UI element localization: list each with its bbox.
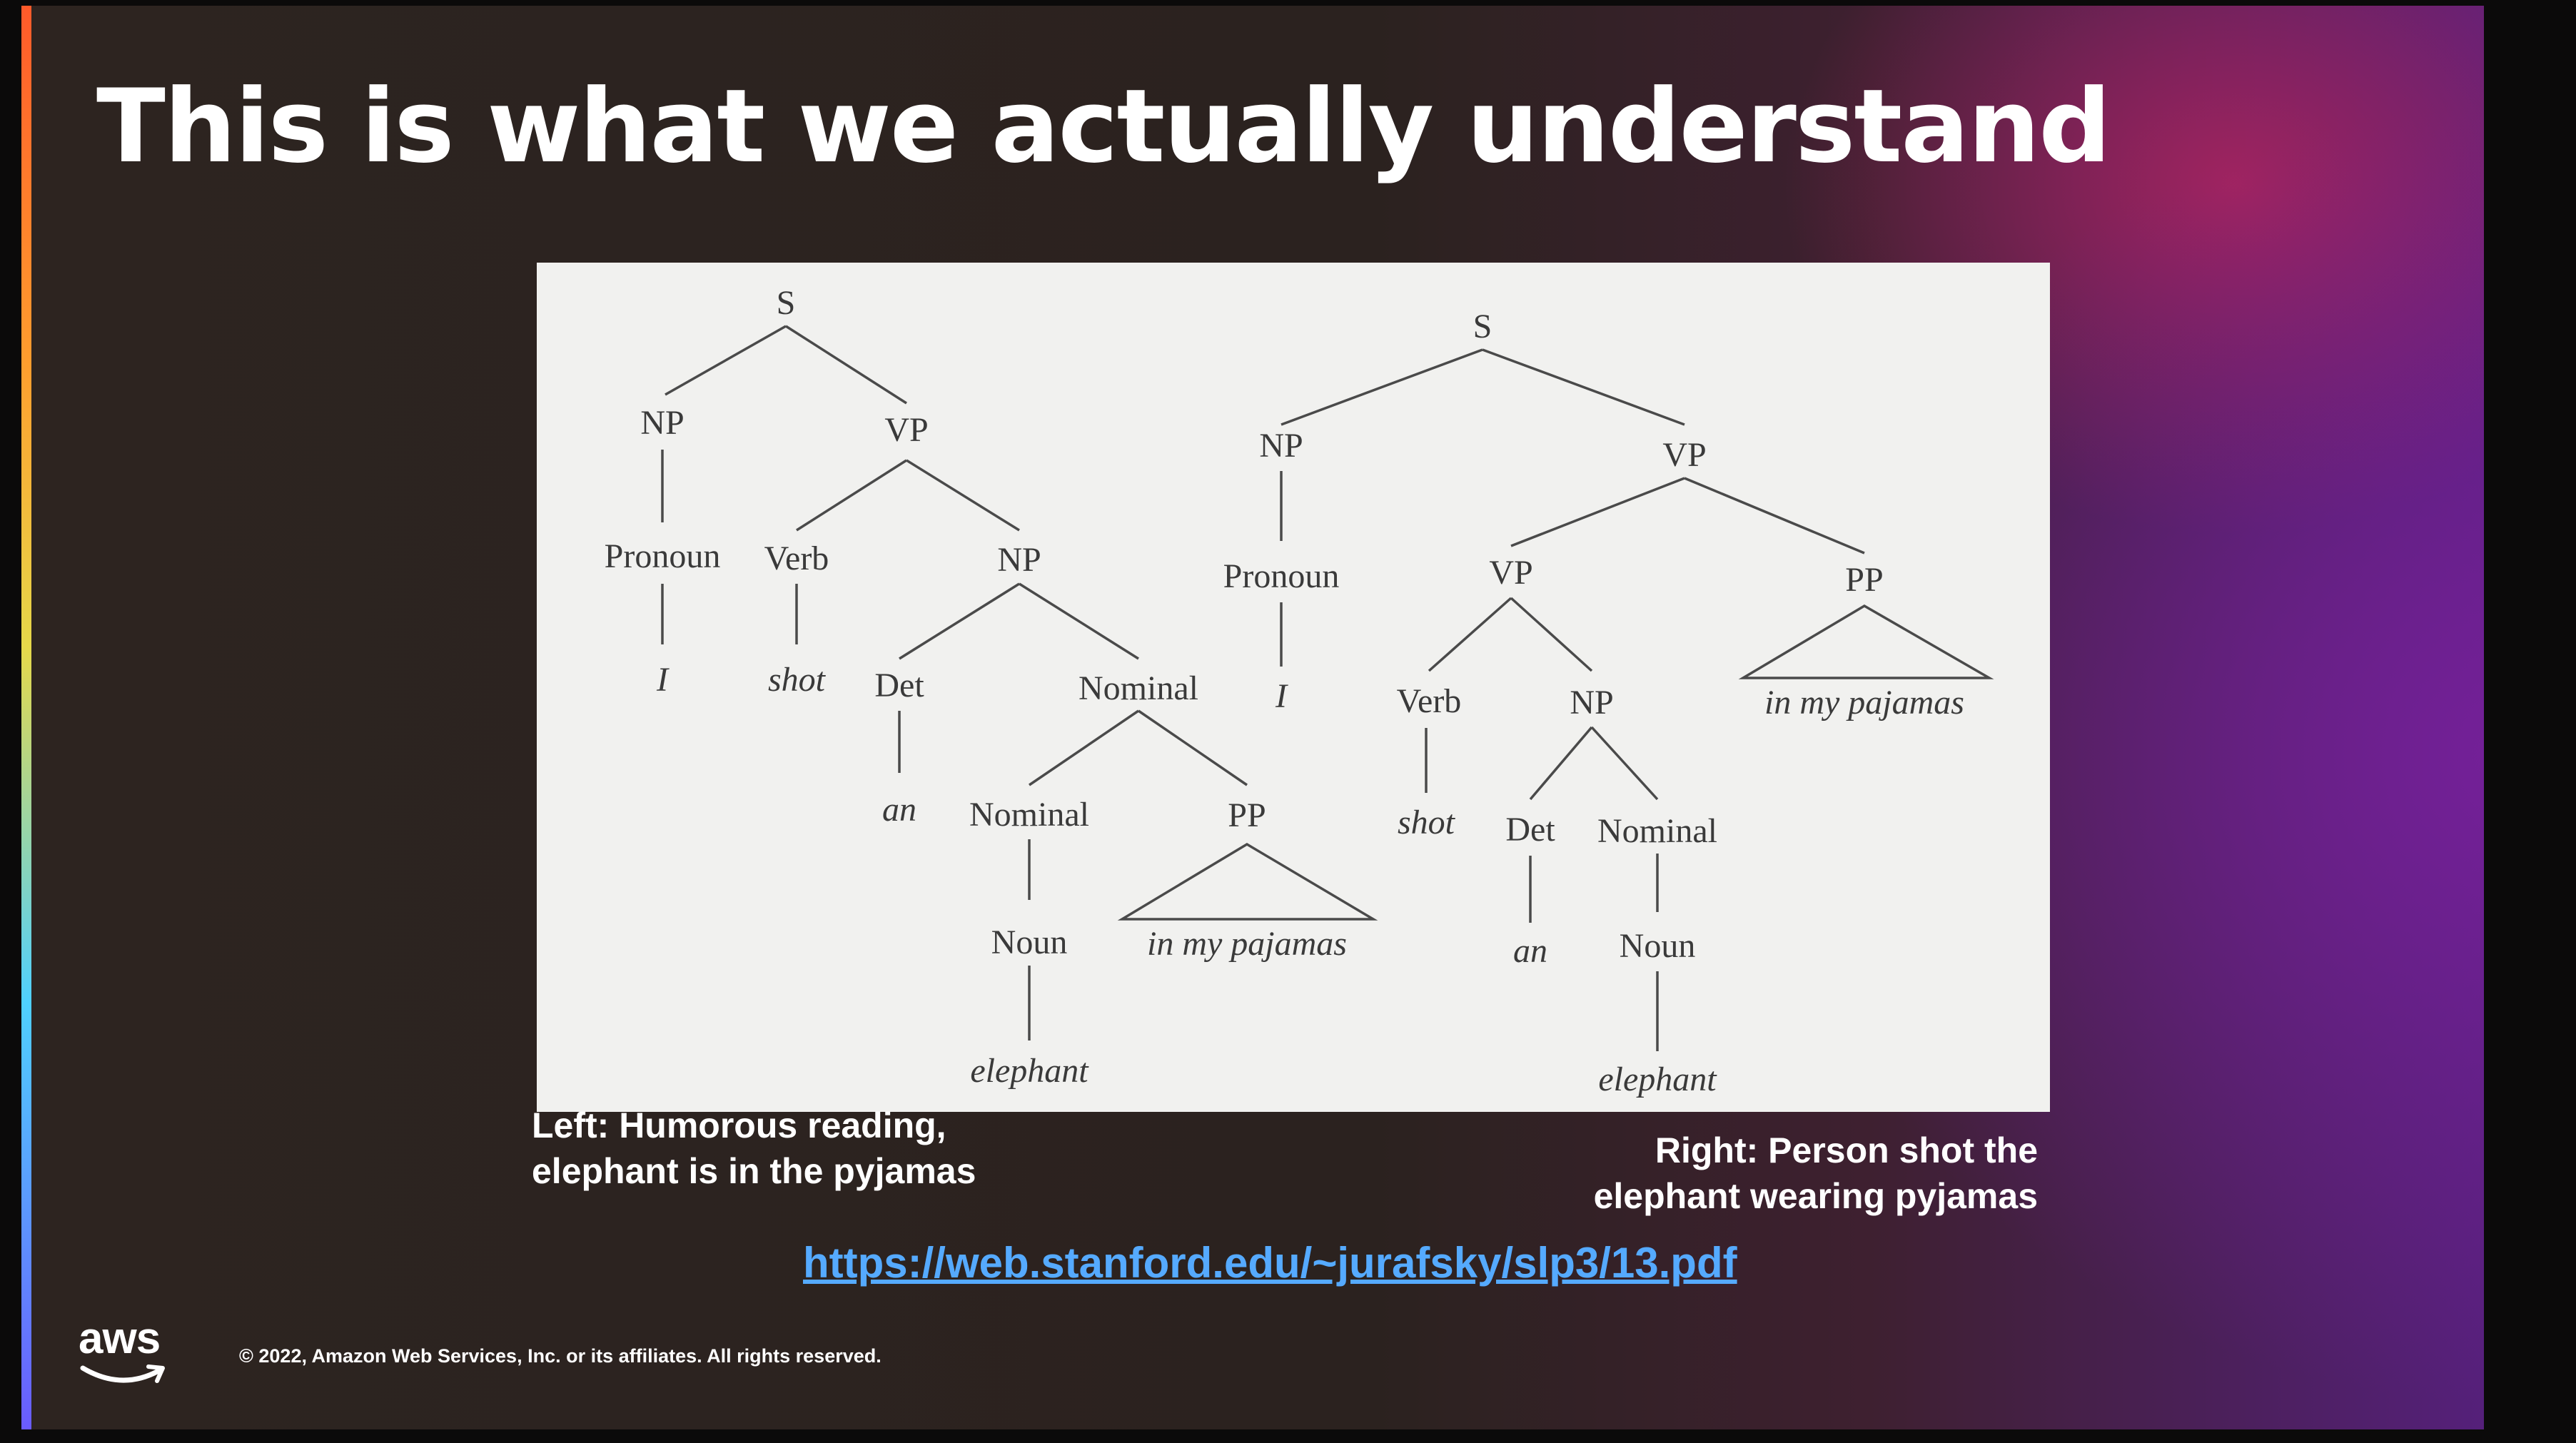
left-node-vp: VP [884, 411, 928, 449]
left-node-verb: Verb [764, 540, 829, 577]
left-node-object-np: NP [997, 541, 1041, 579]
right-leaf-an: an [1513, 932, 1547, 970]
caption-left-line-1: Left: Humorous reading, [532, 1105, 946, 1145]
right-node-verb: Verb [1397, 682, 1462, 720]
caption-left-line-2: elephant is in the pyjamas [532, 1151, 976, 1191]
slide-title: This is what we actually understand [96, 68, 2111, 186]
right-leaf-i: I [1275, 677, 1288, 715]
left-node-pronoun: Pronoun [605, 537, 721, 575]
right-node-vp-inner: VP [1489, 554, 1532, 592]
right-tree-labels: S NP VP Pronoun VP PP Verb NP Det Nomina… [1223, 308, 1964, 1098]
left-node-noun: Noun [991, 923, 1068, 961]
aws-logo: aws [79, 1317, 171, 1384]
right-node-pronoun: Pronoun [1223, 557, 1340, 595]
right-node-vp-top: VP [1662, 436, 1706, 474]
left-node-nominal-upper: Nominal [1079, 669, 1198, 707]
aws-smile-icon [80, 1364, 165, 1383]
rainbow-accent-bar [21, 6, 31, 1429]
left-node-pp: PP [1228, 796, 1266, 834]
reference-link[interactable]: https://web.stanford.edu/~jurafsky/slp3/… [803, 1238, 1737, 1287]
left-leaf-shot: shot [768, 661, 827, 699]
aws-logo-text: aws [79, 1314, 161, 1363]
parse-tree-diagram: S NP VP Pronoun Verb NP Det Nominal Nomi… [605, 284, 1994, 1098]
right-node-pp: PP [1845, 561, 1883, 599]
left-node-np: NP [640, 404, 684, 442]
right-node-object-np: NP [1570, 684, 1613, 722]
left-leaf-an: an [882, 791, 916, 829]
left-leaf-elephant: elephant [970, 1052, 1089, 1090]
right-node-s: S [1473, 308, 1492, 345]
left-node-nominal-lower: Nominal [969, 796, 1089, 834]
right-leaf-elephant: elephant [1598, 1060, 1717, 1098]
caption-left: Left: Humorous reading, elephant is in t… [532, 1103, 976, 1194]
left-node-det: Det [874, 667, 924, 704]
right-leaf-in-my-pajamas: in my pajamas [1764, 684, 1964, 722]
caption-right-line-2: elephant wearing pyjamas [1593, 1176, 2038, 1216]
caption-right: Right: Person shot the elephant wearing … [1570, 1128, 2038, 1219]
left-node-s: S [777, 284, 796, 322]
left-leaf-i: I [656, 661, 670, 699]
right-node-nominal: Nominal [1597, 812, 1717, 850]
right-node-noun: Noun [1620, 927, 1696, 965]
right-leaf-shot: shot [1398, 804, 1456, 841]
right-node-np: NP [1259, 427, 1303, 465]
parse-tree-figure: S NP VP Pronoun Verb NP Det Nominal Nomi… [537, 263, 2050, 1112]
left-leaf-in-my-pajamas: in my pajamas [1147, 925, 1347, 963]
copyright-notice: © 2022, Amazon Web Services, Inc. or its… [239, 1345, 882, 1367]
right-node-det: Det [1505, 811, 1555, 849]
left-tree-labels: S NP VP Pronoun Verb NP Det Nominal Nomi… [605, 284, 1347, 1090]
caption-right-line-1: Right: Person shot the [1655, 1130, 2038, 1170]
